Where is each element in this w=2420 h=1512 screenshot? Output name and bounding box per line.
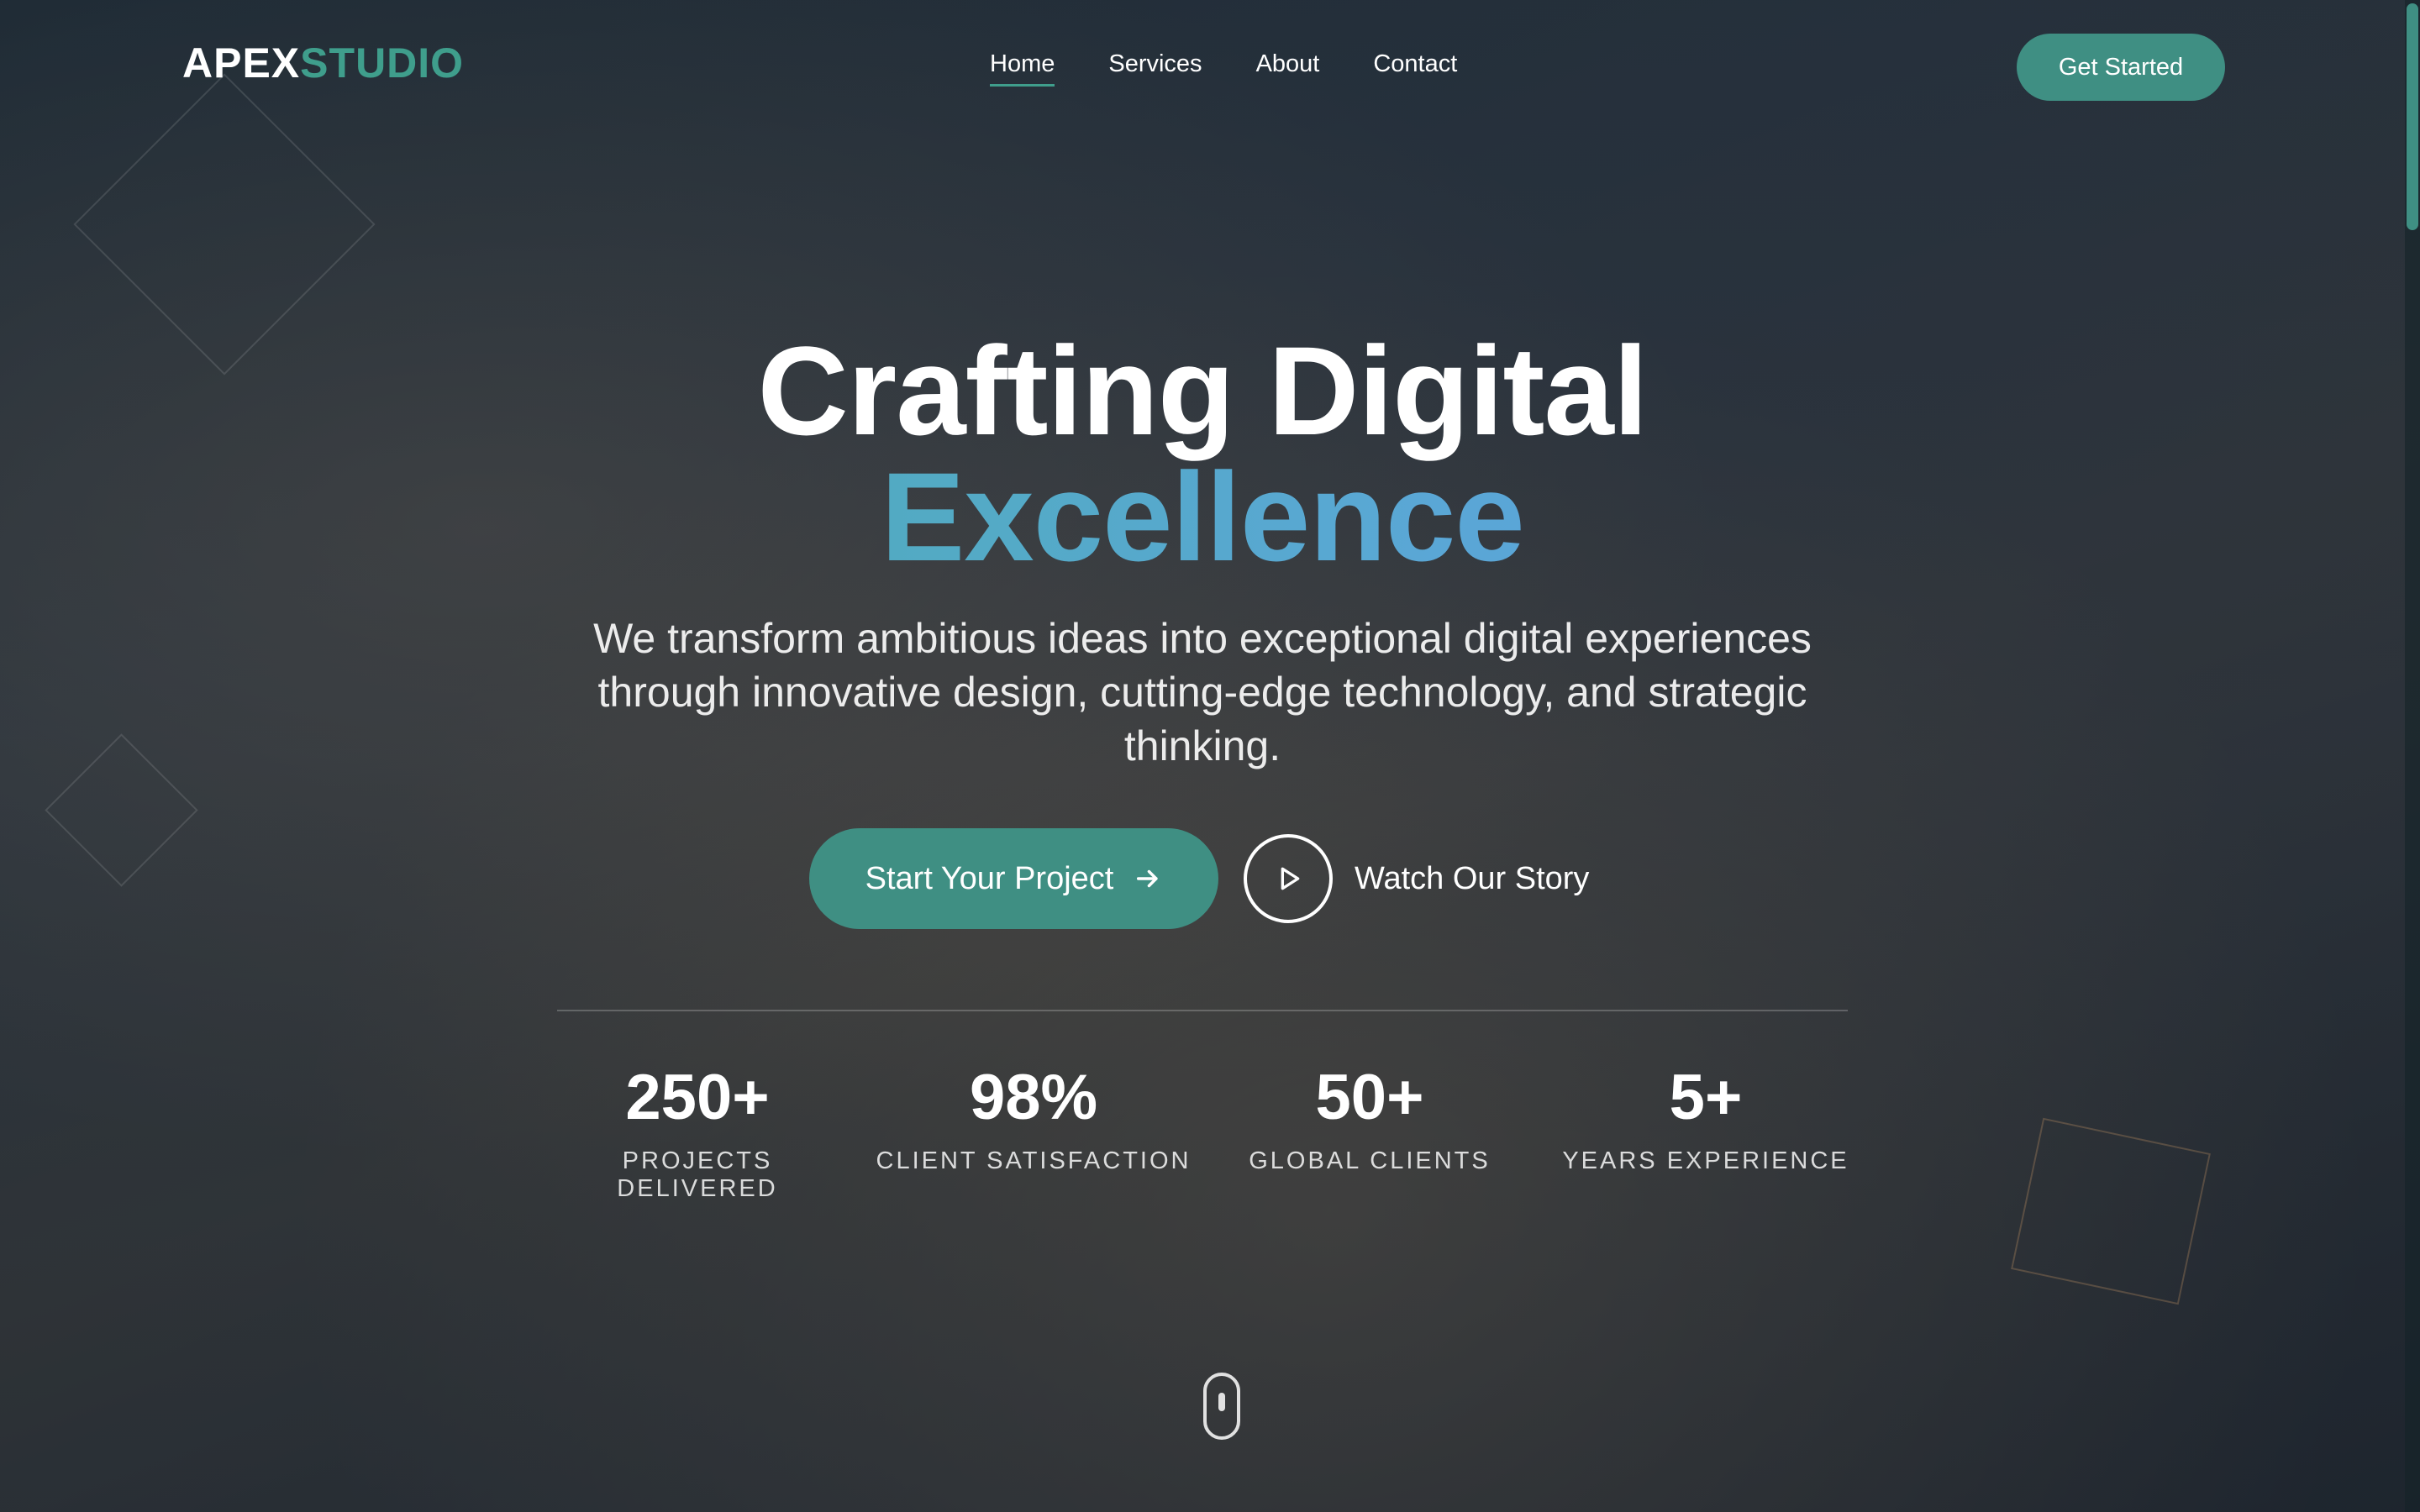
stat-label: PROJECTS DELIVERED [617, 1147, 778, 1202]
hero-subtitle: We transform ambitious ideas into except… [593, 615, 1812, 769]
nav-item-about[interactable]: About [1256, 50, 1320, 83]
nav-item-home[interactable]: Home [990, 50, 1055, 87]
play-icon [1244, 834, 1333, 923]
nav-item-contact[interactable]: Contact [1373, 50, 1457, 83]
arrow-right-icon [1134, 864, 1162, 893]
scrollbar-thumb[interactable] [2407, 3, 2418, 230]
watch-story-button[interactable]: Watch Our Story [1244, 832, 1589, 926]
stat-label: YEARS EXPERIENCE [1562, 1147, 1849, 1174]
start-project-button[interactable]: Start Your Project [809, 828, 1218, 929]
start-project-label: Start Your Project [865, 860, 1114, 896]
stat-label: CLIENT SATISFACTION [876, 1147, 1192, 1174]
get-started-button[interactable]: Get Started [2017, 34, 2225, 101]
scrollbar-track[interactable] [2405, 0, 2420, 1512]
headline-line-1: Crafting Digital [757, 320, 1649, 461]
nav-item-services[interactable]: Services [1108, 50, 1202, 83]
nav-menu: Home Services About Contact [990, 50, 1457, 87]
stat-value: 98% [969, 1062, 1098, 1133]
logo[interactable]: APEXSTUDIO [182, 39, 464, 87]
mouse-wheel [1218, 1393, 1225, 1411]
stat-value: 50+ [1315, 1062, 1424, 1133]
logo-primary-text: APEX [182, 39, 301, 87]
stat-value: 250+ [625, 1062, 770, 1133]
stat-value: 5+ [1669, 1062, 1743, 1133]
stat-satisfaction: 98% CLIENT SATISFACTION [874, 1060, 1193, 1175]
logo-accent-text: STUDIO [300, 39, 465, 87]
stat-projects: 250+ PROJECTS DELIVERED [538, 1060, 857, 1203]
headline-line-2: Excellence [0, 454, 2405, 580]
stat-label: GLOBAL CLIENTS [1249, 1147, 1491, 1174]
mouse-scroll-icon[interactable] [1203, 1373, 1240, 1440]
stat-experience: 5+ YEARS EXPERIENCE [1546, 1060, 1865, 1175]
watch-story-label: Watch Our Story [1355, 860, 1590, 896]
stats-divider [557, 1010, 1848, 1011]
stat-clients: 50+ GLOBAL CLIENTS [1210, 1060, 1529, 1175]
hero-section: APEXSTUDIO Home Services About Contact G… [0, 0, 2420, 1512]
hero-headline: Crafting Digital Excellence [0, 328, 2405, 580]
navbar: APEXSTUDIO Home Services About Contact G… [0, 0, 2420, 134]
